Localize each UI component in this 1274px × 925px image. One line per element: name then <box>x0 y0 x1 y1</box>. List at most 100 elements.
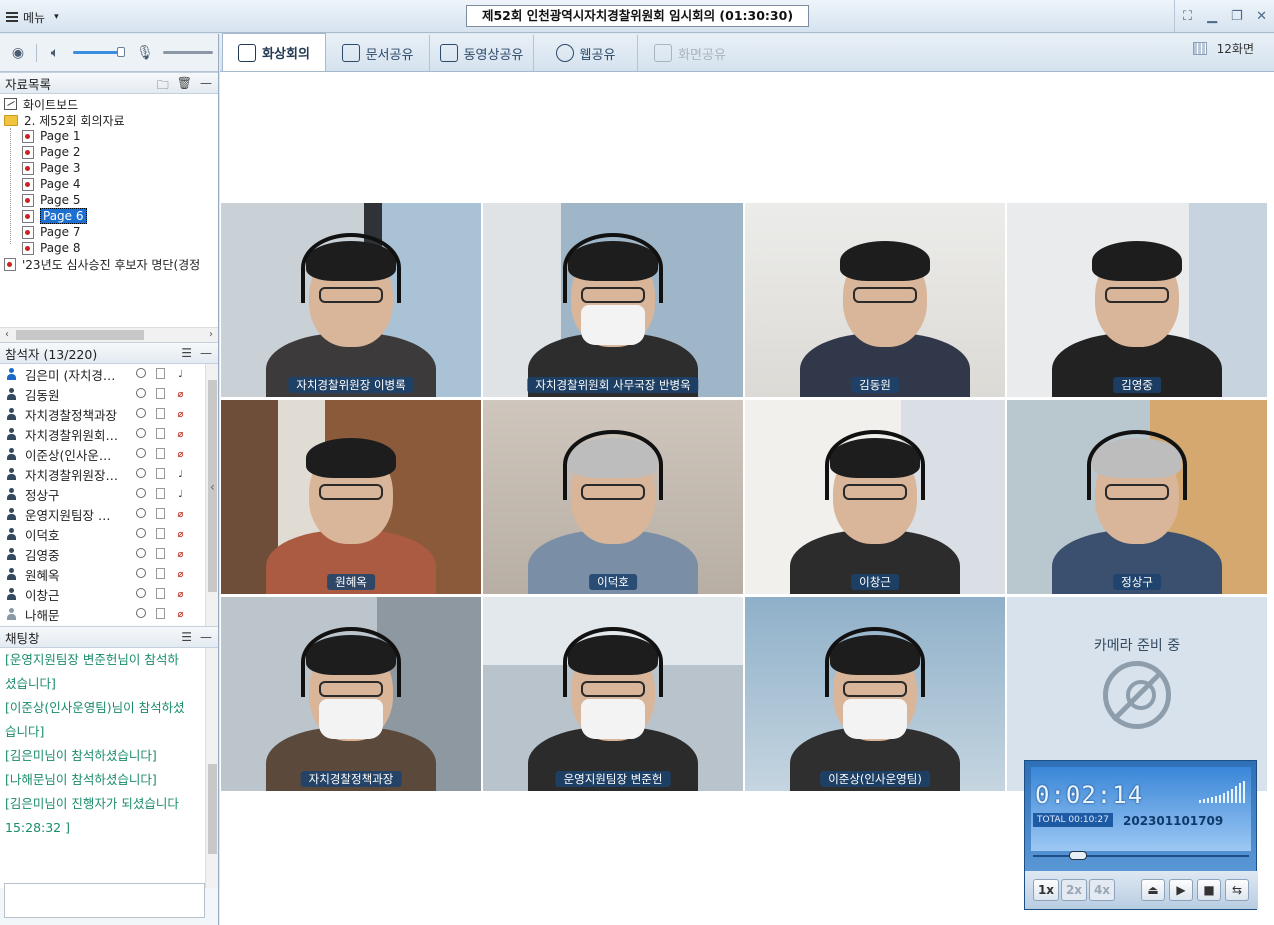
tree-page-item[interactable]: Page 1 <box>0 128 218 144</box>
tree-item[interactable]: 2. 제52회 회의자료 <box>0 112 218 128</box>
collapse-left-panel-icon[interactable]: ‹ <box>210 480 219 500</box>
tree-page-item[interactable]: Page 6 <box>0 208 218 224</box>
document-permission-icon[interactable] <box>156 428 165 439</box>
microphone-icon[interactable]: ♩ <box>175 488 186 500</box>
document-permission-icon[interactable] <box>156 588 165 599</box>
scroll-left-icon[interactable]: ‹ <box>0 328 14 342</box>
menu-button[interactable]: 메뉴 ▾ <box>6 8 59 26</box>
tab-document-share[interactable]: 문서공유 <box>326 35 430 71</box>
mic-muted-icon[interactable]: ⌀ <box>175 548 186 560</box>
speed-4x-button[interactable]: 4x <box>1089 879 1115 901</box>
camera-status-icon[interactable] <box>136 408 146 418</box>
mic-muted-icon[interactable]: ⌀ <box>175 388 186 400</box>
webcam-icon[interactable]: ◉ <box>8 43 28 63</box>
mic-muted-icon[interactable]: ⌀ <box>175 528 186 540</box>
camera-status-icon[interactable] <box>136 428 146 438</box>
video-tile[interactable]: 자치경찰정책과장 <box>221 597 481 791</box>
video-tile[interactable]: 이창근 <box>745 400 1005 594</box>
camera-status-icon[interactable] <box>136 448 146 458</box>
collapse-icon[interactable]: — <box>200 630 212 644</box>
speaker-icon[interactable]: 🔈︎ <box>45 43 65 63</box>
participant-row[interactable]: 나해문 ⌀ <box>0 604 218 624</box>
participant-row[interactable]: 자치경찰위원장… ♩ <box>0 464 218 484</box>
stop-icon[interactable]: ■ <box>1197 879 1221 901</box>
document-permission-icon[interactable] <box>156 608 165 619</box>
video-tile[interactable]: 김동원 <box>745 203 1005 397</box>
document-permission-icon[interactable] <box>156 368 165 379</box>
video-tile[interactable]: 이덕호 <box>483 400 743 594</box>
mic-volume-slider[interactable] <box>163 51 213 54</box>
microphone-icon[interactable]: ♩ <box>175 468 186 480</box>
speaker-volume-slider[interactable] <box>73 47 125 57</box>
participant-row[interactable]: 이창근 ⌀ <box>0 584 218 604</box>
minimize-icon[interactable]: ▁ <box>1202 7 1222 27</box>
tree-page-item[interactable]: Page 7 <box>0 224 218 240</box>
tree-page-item[interactable]: Page 2 <box>0 144 218 160</box>
participant-row[interactable]: 정상구 ♩ <box>0 484 218 504</box>
participant-row[interactable]: 김은미 (자치경… ♩ <box>0 364 218 384</box>
play-icon[interactable]: ▶ <box>1169 879 1193 901</box>
document-permission-icon[interactable] <box>156 508 165 519</box>
tree-page-item[interactable]: Page 4 <box>0 176 218 192</box>
document-permission-icon[interactable] <box>156 388 165 399</box>
document-permission-icon[interactable] <box>156 488 165 499</box>
mic-muted-icon[interactable]: ⌀ <box>175 508 186 520</box>
document-permission-icon[interactable] <box>156 448 165 459</box>
slider-knob[interactable] <box>117 47 125 57</box>
tree-page-item[interactable]: Page 5 <box>0 192 218 208</box>
camera-status-icon[interactable] <box>136 468 146 478</box>
video-tile[interactable]: 원혜옥 <box>221 400 481 594</box>
tab-screen-share[interactable]: 화면공유 <box>638 35 742 71</box>
seek-knob[interactable] <box>1069 851 1088 860</box>
fullscreen-icon[interactable]: ⛶ <box>1177 7 1197 27</box>
scroll-thumb[interactable] <box>16 330 144 340</box>
mic-muted-icon[interactable]: ⌀ <box>175 428 186 440</box>
tree-page-item[interactable]: Page 3 <box>0 160 218 176</box>
tab-web-share[interactable]: 웹공유 <box>534 35 638 71</box>
tab-video-share[interactable]: 동영상공유 <box>430 35 534 71</box>
camera-status-icon[interactable] <box>136 488 146 498</box>
camera-status-icon[interactable] <box>136 388 146 398</box>
mic-muted-icon[interactable]: ⌀ <box>175 448 186 460</box>
switch-icon[interactable]: ⇆ <box>1225 879 1249 901</box>
camera-status-icon[interactable] <box>136 608 146 618</box>
list-menu-icon[interactable]: ☰ <box>181 346 192 360</box>
document-permission-icon[interactable] <box>156 528 165 539</box>
list-menu-icon[interactable]: ☰ <box>181 630 192 644</box>
document-permission-icon[interactable] <box>156 408 165 419</box>
layout-selector[interactable]: 12화면 <box>1192 40 1254 57</box>
camera-status-icon[interactable] <box>136 548 146 558</box>
participant-row[interactable]: 원혜옥 ⌀ <box>0 564 218 584</box>
tree-page-item[interactable]: Page 8 <box>0 240 218 256</box>
chat-input[interactable] <box>4 883 205 918</box>
document-permission-icon[interactable] <box>156 568 165 579</box>
microphone-icon[interactable]: 🎙︎ <box>135 43 155 63</box>
video-tile[interactable]: 김영중 <box>1007 203 1267 397</box>
participant-row[interactable]: 김영중 ⌀ <box>0 544 218 564</box>
mic-muted-icon[interactable]: ⌀ <box>175 608 186 620</box>
document-permission-icon[interactable] <box>156 548 165 559</box>
tree-item[interactable]: 화이트보드 <box>0 96 218 112</box>
video-tile[interactable]: 정상구 <box>1007 400 1267 594</box>
tree-item[interactable]: '23년도 심사승진 후보자 명단(경정 <box>0 256 218 272</box>
participant-row[interactable]: 자치경찰위원회… ⌀ <box>0 424 218 444</box>
scroll-thumb[interactable] <box>208 764 217 854</box>
participant-row[interactable]: 자치경찰정책과장 ⌀ <box>0 404 218 424</box>
participant-row[interactable]: 이준상(인사운… ⌀ <box>0 444 218 464</box>
horizontal-scrollbar[interactable]: ‹ › <box>0 327 218 342</box>
seek-bar[interactable] <box>1033 851 1249 860</box>
microphone-icon[interactable]: ♩ <box>175 368 186 380</box>
close-icon[interactable]: ✕ <box>1252 7 1272 27</box>
video-tile[interactable]: 운영지원팀장 변준헌 <box>483 597 743 791</box>
participant-row[interactable]: 김동원 ⌀ <box>0 384 218 404</box>
eject-icon[interactable]: ⏏ <box>1141 879 1165 901</box>
mic-muted-icon[interactable]: ⌀ <box>175 408 186 420</box>
camera-status-icon[interactable] <box>136 368 146 378</box>
video-tile[interactable]: 자치경찰위원회 사무국장 반병욱 <box>483 203 743 397</box>
camera-status-icon[interactable] <box>136 508 146 518</box>
mic-muted-icon[interactable]: ⌀ <box>175 568 186 580</box>
video-tile[interactable]: 자치경찰위원장 이병록 <box>221 203 481 397</box>
scroll-right-icon[interactable]: › <box>204 328 218 342</box>
speed-2x-button[interactable]: 2x <box>1061 879 1087 901</box>
participant-row[interactable]: 이덕호 ⌀ <box>0 524 218 544</box>
